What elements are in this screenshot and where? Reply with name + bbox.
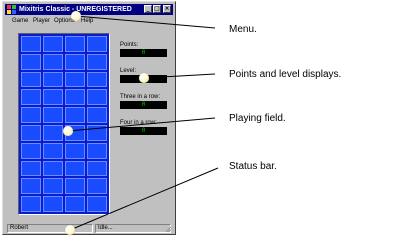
points-marker xyxy=(139,73,149,83)
menu-marker xyxy=(71,11,81,21)
field-callout-line xyxy=(67,117,216,132)
status-marker xyxy=(65,225,75,235)
points-callout: Points and level displays. xyxy=(229,69,342,80)
status-callout-line xyxy=(69,167,219,231)
field-marker xyxy=(63,126,73,136)
status-callout: Status bar. xyxy=(229,161,277,172)
menu-callout-line xyxy=(75,15,216,29)
callout-lines xyxy=(67,15,219,231)
field-callout: Playing field. xyxy=(229,113,286,124)
menu-callout: Menu. xyxy=(229,24,257,35)
points-callout-line xyxy=(143,73,216,79)
